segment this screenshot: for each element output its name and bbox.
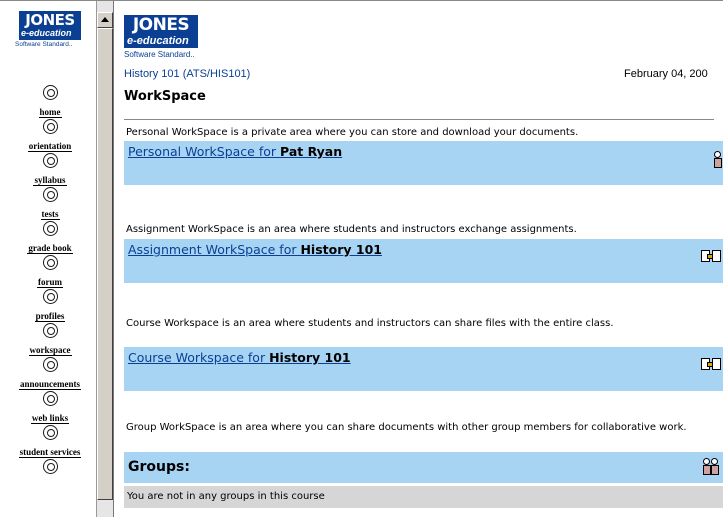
scroll-thumb[interactable] (97, 28, 113, 500)
logo-tagline: Software Standard.. (15, 40, 73, 48)
assignment-workspace-band: Assignment WorkSpace for History 101 (124, 239, 723, 283)
personal-workspace-owner[interactable]: Pat Ryan (280, 144, 342, 159)
course-workspace-desc: Course Workspace is an area where studen… (126, 318, 614, 329)
nav-item-announcements[interactable]: announcements (8, 357, 92, 391)
main-content: JONES e-education Software Standard.. Hi… (114, 1, 723, 517)
no-groups-message: You are not in any groups in this course (124, 486, 723, 508)
nav-brand-logo: JONES e-education Software Standard.. (6, 11, 94, 65)
nav-item-label[interactable]: forum (37, 277, 63, 288)
nav-item-label[interactable]: home (38, 107, 62, 118)
nav-item-label[interactable]: announcements (18, 379, 81, 390)
groups-heading: Groups: (128, 459, 190, 475)
nav-item-orientation[interactable]: orientation (8, 119, 92, 153)
nav-item-forum[interactable]: forum (8, 255, 92, 289)
scroll-up-arrow-icon[interactable] (97, 12, 113, 28)
header-brand-logo: JONES e-education Software Standard.. (124, 15, 214, 59)
person-icon[interactable] (701, 151, 722, 168)
header-divider (124, 119, 714, 120)
grade-book-icon (42, 221, 58, 236)
nav-item-label[interactable]: orientation (27, 141, 73, 152)
nav-item-grade-book[interactable]: grade book (8, 221, 92, 255)
nav-item-profiles[interactable]: profiles (8, 289, 92, 323)
assignment-workspace-link[interactable]: Assignment WorkSpace for History 101 (128, 242, 382, 257)
home-icon (42, 85, 58, 100)
nav-item-label[interactable]: profiles (34, 311, 66, 322)
nav-item-label[interactable]: grade book (27, 243, 73, 254)
web-links-icon (42, 391, 58, 406)
document-exchange-icon[interactable] (701, 249, 721, 265)
forum-icon (42, 255, 58, 270)
current-date: February 04, 200 (624, 68, 708, 80)
syllabus-icon (42, 153, 58, 168)
nav-item-workspace[interactable]: workspace (8, 323, 92, 357)
nav-item-label[interactable]: tests (40, 209, 60, 220)
orientation-icon (42, 119, 58, 134)
nav-scrollbar[interactable] (97, 1, 113, 517)
nav-item-label[interactable]: syllabus (33, 175, 67, 186)
assignment-workspace-desc: Assignment WorkSpace is an area where st… (126, 224, 577, 235)
course-name: History 101 (ATS/HIS101) (124, 68, 251, 80)
left-nav-frame: JONES e-education Software Standard.. ho… (0, 1, 114, 517)
announcements-icon (42, 357, 58, 372)
document-exchange-icon[interactable] (701, 357, 721, 373)
tests-icon (42, 187, 58, 202)
student-services-icon (42, 425, 58, 440)
logo-jones-text: JONES (19, 11, 81, 29)
course-workspace-course[interactable]: History 101 (269, 350, 351, 365)
groups-band: Groups: (124, 452, 723, 483)
workspace-icon (42, 323, 58, 338)
personal-workspace-link[interactable]: Personal WorkSpace for Pat Ryan (128, 144, 342, 159)
personal-workspace-desc: Personal WorkSpace is a private area whe… (126, 127, 579, 138)
assignment-workspace-course[interactable]: History 101 (300, 242, 382, 257)
logo-edu-text: e-education (19, 28, 81, 40)
page-title: WorkSpace (124, 89, 206, 104)
logo-jones-text: JONES (124, 15, 198, 35)
nav-item-student-services[interactable]: student services (8, 425, 92, 459)
nav-pane: JONES e-education Software Standard.. ho… (0, 1, 97, 517)
nav-item-label[interactable]: workspace (28, 345, 72, 356)
logo-tagline: Software Standard.. (124, 50, 195, 60)
personal-workspace-band: Personal WorkSpace for Pat Ryan (124, 141, 723, 185)
nav-item-partial[interactable] (8, 459, 92, 493)
logo-edu-text: e-education (124, 35, 198, 49)
course-workspace-band: Course Workspace for History 101 (124, 347, 723, 391)
nav-list: home orientation syllabus tests grade bo… (8, 85, 92, 493)
group-people-icon (701, 458, 721, 475)
partial-nav-icon (42, 459, 58, 474)
nav-item-home[interactable]: home (8, 85, 92, 119)
group-workspace-desc: Group WorkSpace is an area where you can… (126, 422, 687, 433)
nav-item-tests[interactable]: tests (8, 187, 92, 221)
profiles-icon (42, 289, 58, 304)
nav-item-label[interactable]: student services (18, 447, 82, 458)
course-workspace-link[interactable]: Course Workspace for History 101 (128, 350, 351, 365)
nav-item-syllabus[interactable]: syllabus (8, 153, 92, 187)
nav-item-web-links[interactable]: web links (8, 391, 92, 425)
nav-item-label[interactable]: web links (30, 413, 70, 424)
